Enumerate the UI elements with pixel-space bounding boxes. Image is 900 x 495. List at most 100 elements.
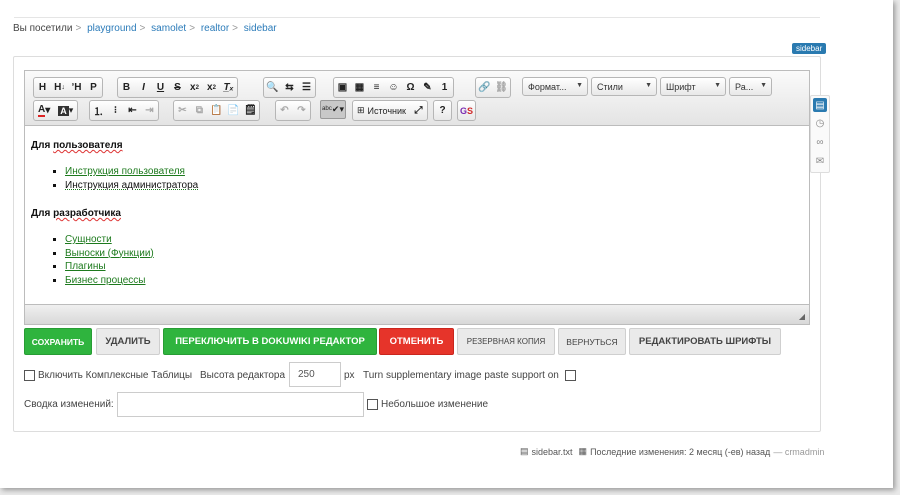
link-business-processes[interactable]: Бизнес процессы xyxy=(65,275,146,286)
paste-support-option: Turn supplementary image paste support o… xyxy=(363,370,579,381)
undo-icon[interactable]: ↶ xyxy=(276,101,293,120)
spellcheck-icon[interactable]: ᵃᵇᶜ✔▾ xyxy=(320,100,346,119)
link-entities[interactable]: Сущности xyxy=(65,234,112,245)
redo-icon[interactable]: ↷ xyxy=(293,101,310,120)
save-button[interactable]: Сохранить xyxy=(24,328,92,355)
chevron-down-icon: ▼ xyxy=(645,82,652,89)
text-style-group: B I U S x2 x2 T̲ₓ xyxy=(117,77,238,98)
heading-same-icon[interactable]: ʼH xyxy=(68,78,85,97)
dev-list: Сущности Выноски (Функции) Плагины Бизне… xyxy=(31,233,803,287)
heading-h-icon[interactable]: H xyxy=(34,78,51,97)
editor-height-input[interactable]: 250 xyxy=(289,362,341,387)
insert-group: ▣ ▦ ≡ ☺ Ω ✎ 1 xyxy=(333,77,454,98)
special-char-icon[interactable]: Ω xyxy=(402,78,419,97)
heading-dev-word: разработчика xyxy=(53,208,121,219)
font-dropdown[interactable]: Шрифт ▼ xyxy=(660,77,726,96)
size-dropdown-label: Ра... xyxy=(735,81,754,92)
styles-dropdown[interactable]: Стили ▼ xyxy=(591,77,657,96)
delete-button[interactable]: Удалить xyxy=(96,328,160,355)
cancel-button[interactable]: Отменить xyxy=(379,328,454,355)
paragraph-icon[interactable]: P xyxy=(85,78,102,97)
edit-fonts-button[interactable]: Редактировать шрифты xyxy=(629,328,781,355)
document-icon[interactable]: ▤ xyxy=(813,98,827,112)
paste-text-icon[interactable]: 📄 xyxy=(225,101,242,120)
size-dropdown[interactable]: Ра... ▼ xyxy=(729,77,772,96)
format-dropdown[interactable]: Формат... ▼ xyxy=(522,77,588,96)
styles-dropdown-label: Стили xyxy=(597,81,623,92)
link-user-guide[interactable]: Инструкция пользователя xyxy=(65,166,185,177)
revert-button[interactable]: Вернуться xyxy=(558,328,626,355)
text-color-icon[interactable]: A ▾ xyxy=(34,101,54,120)
editor-height-label: Высота редактора xyxy=(200,370,286,381)
bullet-list-icon[interactable]: ⁝ xyxy=(107,101,124,120)
footnote-icon[interactable]: 1 xyxy=(436,78,453,97)
find-icon[interactable]: 🔍 xyxy=(264,78,281,97)
link-plugins[interactable]: Плагины xyxy=(65,261,106,272)
breadcrumb-link-sidebar[interactable]: sidebar xyxy=(244,23,277,34)
unlink-icon[interactable]: ⛓ xyxy=(493,78,510,97)
mail-icon[interactable]: ✉ xyxy=(813,154,827,168)
smiley-icon[interactable]: ☺ xyxy=(385,78,402,97)
table-icon[interactable]: ▦ xyxy=(351,78,368,97)
code-block-icon[interactable]: ☰ xyxy=(298,78,315,97)
strike-icon[interactable]: S xyxy=(169,78,186,97)
history-group: ↶ ↷ xyxy=(275,100,311,121)
minor-change-checkbox[interactable] xyxy=(367,399,378,410)
link-icon[interactable]: ∞ xyxy=(813,135,827,149)
find-group: 🔍 ⇆ ☰ xyxy=(263,77,316,98)
breadcrumb-link-playground[interactable]: playground xyxy=(87,23,136,34)
list-item: Сущности xyxy=(65,233,803,247)
bg-color-icon[interactable]: A ▾ xyxy=(54,101,77,120)
link-icon[interactable]: 🔗 xyxy=(476,78,493,97)
hr-icon[interactable]: ≡ xyxy=(368,78,385,97)
chevron-down-icon: ▼ xyxy=(760,82,767,89)
resize-grip-icon[interactable]: ◢ xyxy=(799,312,805,321)
subscript-icon[interactable]: x2 xyxy=(186,78,203,97)
remove-format-icon[interactable]: T̲ₓ xyxy=(220,78,237,97)
numbered-list-icon[interactable]: ⒈ xyxy=(90,101,107,120)
list-group: ⒈ ⁝ ⇤ ⇥ xyxy=(89,100,159,121)
underline-icon[interactable]: U xyxy=(152,78,169,97)
minor-change-option: Небольшое изменение xyxy=(367,399,488,410)
replace-icon[interactable]: ⇆ xyxy=(281,78,298,97)
outdent-icon[interactable]: ⇤ xyxy=(124,101,141,120)
breadcrumb-link-realtor[interactable]: realtor xyxy=(201,23,229,34)
heading-user-word: пользователя xyxy=(53,140,123,151)
breadcrumb-link-samolet[interactable]: samolet xyxy=(151,23,186,34)
link-admin-guide[interactable]: Инструкция администратора xyxy=(65,180,198,191)
chevron-down-icon: ▼ xyxy=(714,82,721,89)
backup-button[interactable]: Резервная копия xyxy=(457,328,555,355)
superscript-icon[interactable]: x2 xyxy=(203,78,220,97)
editor-height-unit: px xyxy=(344,370,355,381)
source-button[interactable]: ⊞ Источник xyxy=(353,101,410,120)
image-icon[interactable]: ▣ xyxy=(334,78,351,97)
gs-group: GS xyxy=(457,100,476,121)
switch-editor-button[interactable]: Переключить в DokuWiki редактор xyxy=(163,328,377,355)
clock-icon[interactable]: ◷ xyxy=(813,116,827,130)
spellcheck-group: ᵃᵇᶜ✔▾ xyxy=(320,100,346,119)
last-changed: Последние изменения: 2 месяц (-ев) назад xyxy=(590,446,771,457)
page-footer: ▤ sidebar.txt ▦ Последние изменения: 2 м… xyxy=(520,446,824,457)
heading-group: H H ↓ ʼH P xyxy=(33,77,103,98)
chevron-down-icon: ▼ xyxy=(576,82,583,89)
complex-tables-checkbox[interactable] xyxy=(24,370,35,381)
paste-word-icon[interactable]: 🗒 xyxy=(242,101,259,120)
copy-icon[interactable]: ⧉ xyxy=(191,101,208,120)
italic-icon[interactable]: I xyxy=(135,78,152,97)
cut-icon[interactable]: ✂ xyxy=(174,101,191,120)
link-callouts[interactable]: Выноски (Функции) xyxy=(65,248,154,259)
paste-icon[interactable]: 📋 xyxy=(208,101,225,120)
indent-icon[interactable]: ⇥ xyxy=(141,101,158,120)
pencil-icon[interactable]: ✎ xyxy=(419,78,436,97)
paste-support-checkbox[interactable] xyxy=(564,370,576,381)
gs-icon[interactable]: GS xyxy=(458,101,475,120)
heading-lower-icon[interactable]: H ↓ xyxy=(51,78,68,97)
maximize-icon[interactable]: ⤢ xyxy=(410,101,427,120)
page-tools: ▤ ◷ ∞ ✉ xyxy=(810,95,830,173)
editor-content[interactable]: Для пользователя Инструкция пользователя… xyxy=(25,126,809,304)
help-icon[interactable]: ? xyxy=(434,101,451,120)
summary-input[interactable] xyxy=(117,392,364,417)
file-icon: ▤ xyxy=(520,446,529,456)
bold-icon[interactable]: B xyxy=(118,78,135,97)
heading-dev: Для разработчика xyxy=(31,208,803,219)
